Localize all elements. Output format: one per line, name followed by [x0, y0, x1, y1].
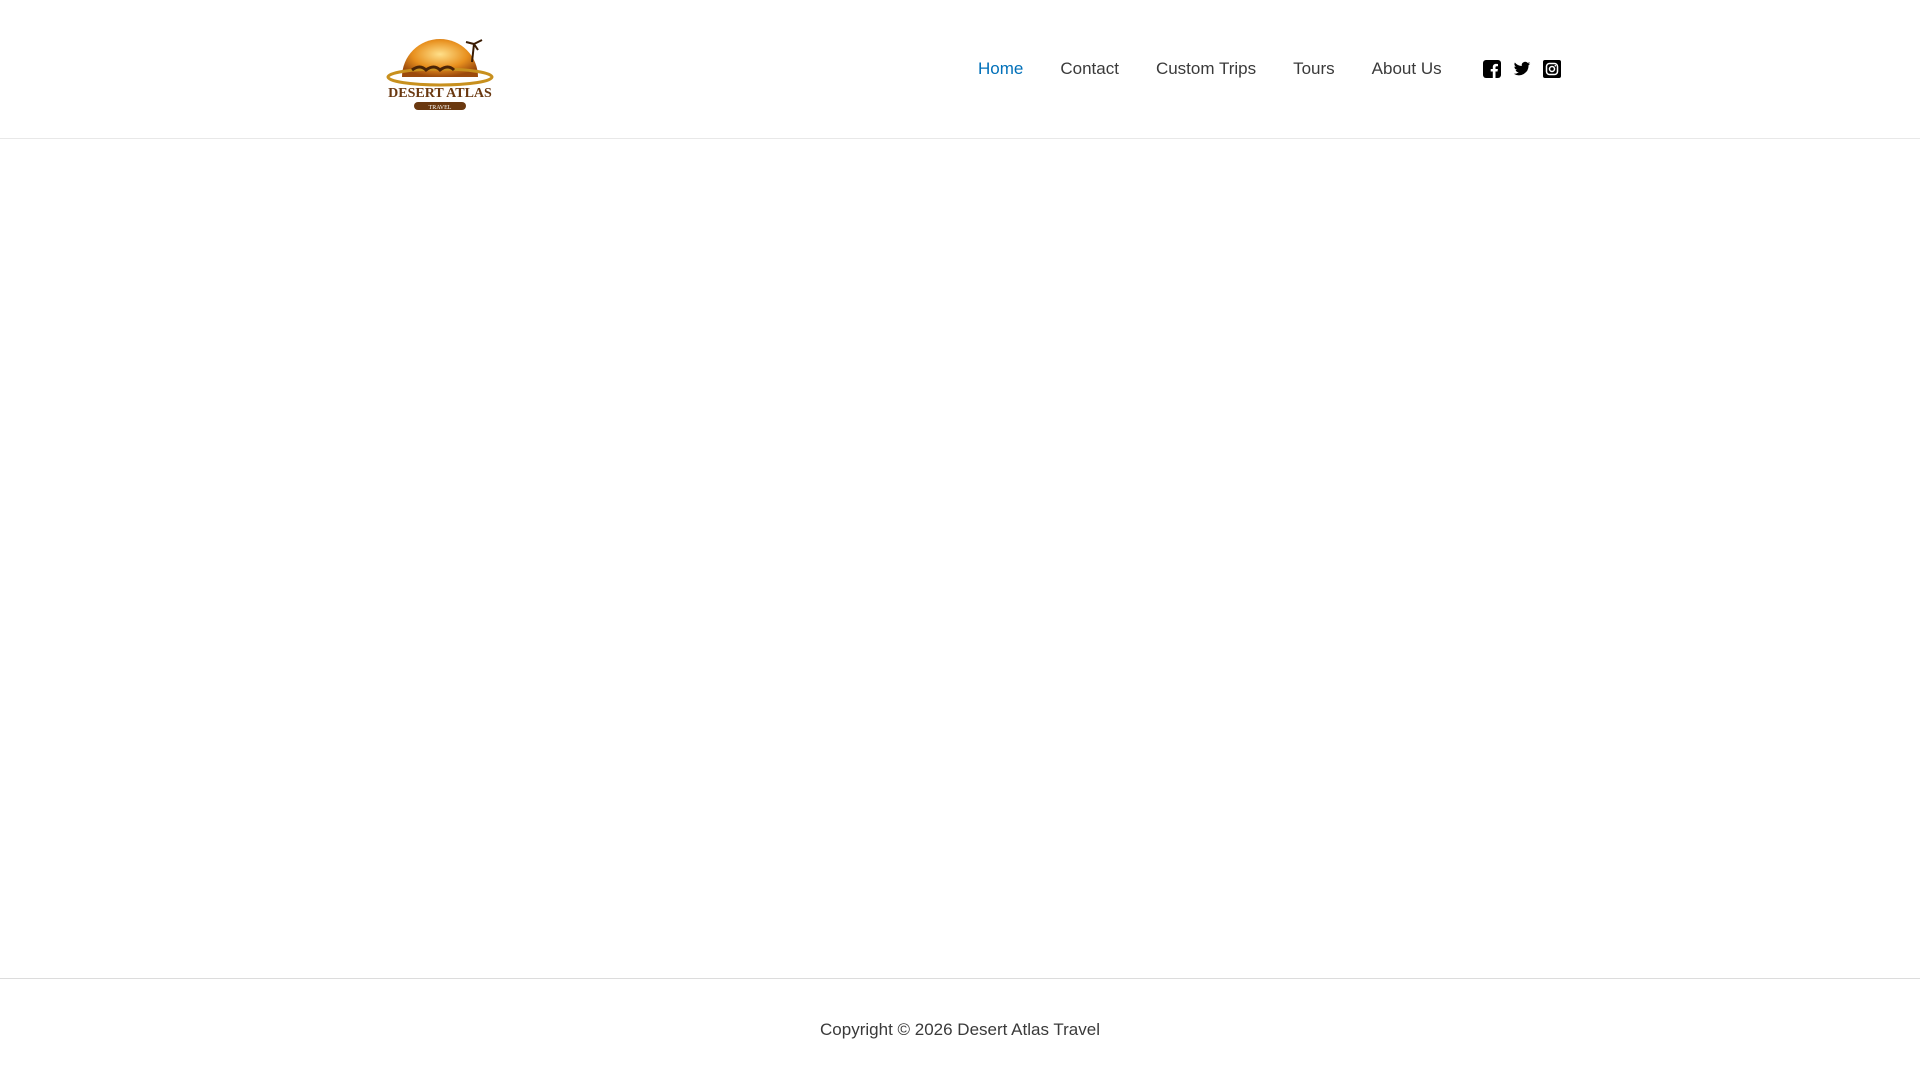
main-nav: Home Contact Custom Trips Tours About Us [978, 56, 1479, 82]
site-footer: Copyright © 2026 Desert Atlas Travel [0, 978, 1920, 1081]
twitter-icon[interactable] [1513, 60, 1531, 78]
main-content [0, 139, 1920, 978]
nav-tours[interactable]: Tours [1293, 56, 1335, 82]
copyright-text: Copyright © 2026 Desert Atlas Travel [820, 1020, 1100, 1039]
nav-home[interactable]: Home [978, 56, 1023, 82]
social-links [1483, 60, 1561, 78]
site-header: DESERT ATLAS TRAVEL Home Contact Custom … [0, 0, 1920, 139]
svg-text:TRAVEL: TRAVEL [429, 105, 452, 111]
instagram-icon[interactable] [1543, 60, 1561, 78]
nav-about-us[interactable]: About Us [1372, 56, 1442, 82]
svg-text:DESERT ATLAS: DESERT ATLAS [388, 86, 492, 101]
site-logo[interactable]: DESERT ATLAS TRAVEL [362, 22, 518, 117]
nav-custom-trips[interactable]: Custom Trips [1156, 56, 1256, 82]
nav-contact[interactable]: Contact [1060, 56, 1119, 82]
facebook-icon[interactable] [1483, 60, 1501, 78]
